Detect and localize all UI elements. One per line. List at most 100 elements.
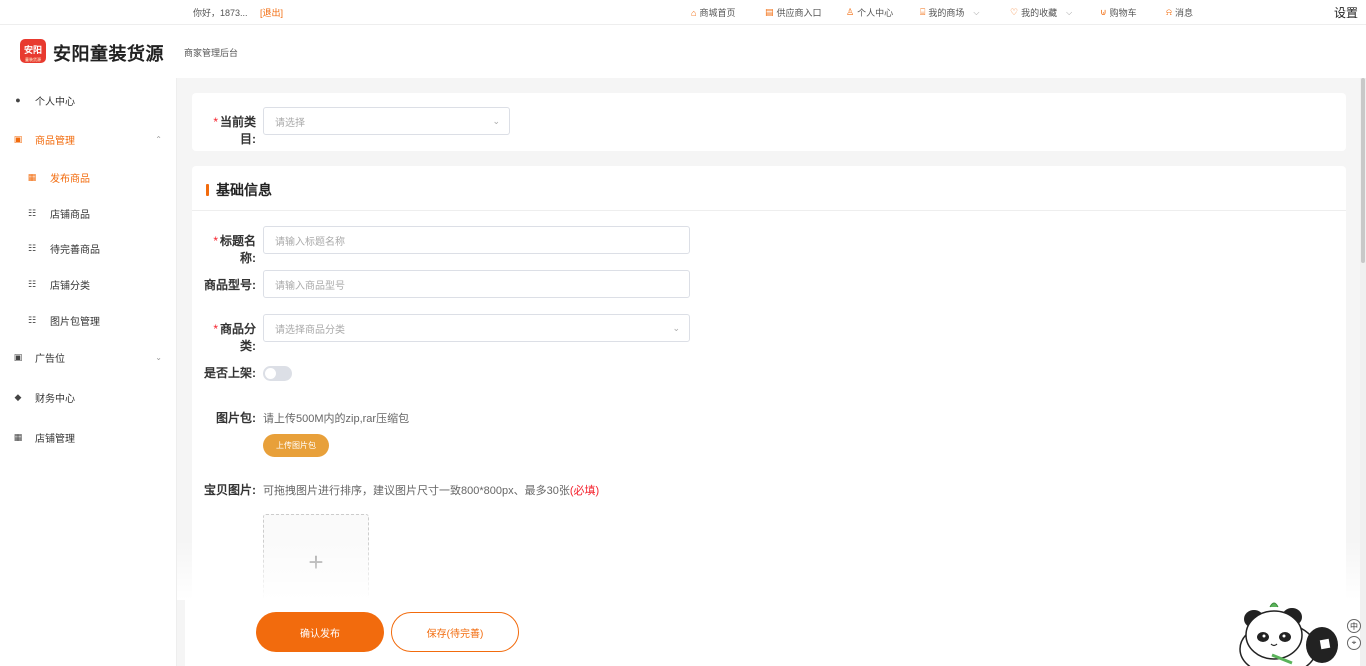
nav-cart-label: 购物车 [1109,8,1137,18]
model-label: 商品型号: [204,278,256,292]
user-icon: ♙ [846,7,855,17]
nav-home-link[interactable]: ⌂ 商城首页 [691,6,735,19]
sidebar-item-image-packs[interactable]: ☷ 图片包管理 [0,308,177,332]
sitemap-icon: ☷ [27,278,37,289]
section-title-text: 基础信息 [216,182,272,198]
footer-action-bar: 确认发布 保存(待完善) [185,598,1360,666]
logout-link[interactable]: [退出] [260,6,283,19]
sidebar-item-label: 待完善商品 [50,244,100,256]
chevron-down-icon: ⌄ [155,352,162,362]
nav-my-store-label: 我的商场 [928,8,965,18]
category-select[interactable]: 请选择 ⌄ [263,107,510,135]
chevron-down-icon: ⌵ [973,7,980,17]
title-input[interactable]: 请输入标题名称 [263,226,690,254]
product-category-select[interactable]: 请选择商品分类 ⌄ [263,314,690,342]
nav-my-store-dropdown[interactable]: ⌸ 我的商场 ⌵ [920,6,980,19]
header-subtitle: 商家管理后台 [184,48,239,58]
product-category-placeholder: 请选择商品分类 [275,324,345,336]
required-asterisk: * [213,322,218,336]
diamond-icon: ◆ [14,391,22,402]
category-select-placeholder: 请选择 [275,117,305,129]
nav-messages-link[interactable]: ⍾ 消息 [1166,6,1193,19]
sidebar-item-publish-product[interactable]: ▦ 发布商品 [0,165,177,189]
toggle-knob [265,368,276,379]
scrollbar-thumb[interactable] [1361,78,1365,263]
chevron-down-icon: ⌄ [672,323,680,333]
sidebar-item-label: 财务中心 [35,393,75,405]
sidebar-item-ad-slots[interactable]: ▣ 广告位 ⌄ [0,345,177,369]
briefcase-icon: ▣ [13,133,23,144]
save-draft-button[interactable]: 保存(待完善) [391,612,519,652]
product-category-label-text: 商品分类: [219,322,256,353]
sitemap-icon: ☷ [27,314,37,325]
title-label-text: 标题名称: [219,234,256,265]
upload-image-pack-button[interactable]: 上传图片包 [263,434,329,457]
sidebar-item-store-products[interactable]: ☷ 店铺商品 [0,201,177,225]
sidebar-item-finance-center[interactable]: ◆ 财务中心 [0,385,177,409]
panda-mascot-icon [1239,602,1338,666]
sidebar-item-product-management[interactable]: ▣ 商品管理 ⌃ [0,127,177,151]
confirm-publish-button[interactable]: 确认发布 [256,612,384,652]
sidebar-item-label: 店铺管理 [35,433,75,445]
nav-favorites-dropdown[interactable]: ♡ 我的收藏 ⌵ [1010,6,1072,19]
product-category-label: * 商品分类: [198,320,256,354]
photos-hint: 可拖拽图片进行排序，建议图片尺寸一致800*800px、最多30张(必填) [263,482,599,498]
category-label-text: 当前类目: [219,115,256,146]
store-icon: ⌸ [920,7,926,17]
sitemap-icon: ☷ [27,242,37,253]
image-pack-hint: 请上传500M内的zip,rar压缩包 [263,413,410,425]
grid-icon: ▦ [27,171,37,182]
footer-fade [177,540,1360,600]
sitemap-icon: ☷ [27,207,37,218]
nav-home-label: 商城首页 [699,8,736,18]
sidebar-item-label: 店铺分类 [50,280,90,292]
sidebar-item-label: 广告位 [35,353,65,365]
sidebar-item-label: 商品管理 [35,135,75,147]
logo-mark[interactable]: 安阳 童装货源 [20,39,46,63]
sidebar-item-personal-center[interactable]: ● 个人中心 [0,88,177,112]
category-card: * 当前类目: 请选择 ⌄ [192,93,1346,151]
bell-icon: ⍾ [1166,7,1172,17]
required-asterisk: * [213,115,218,129]
nav-supplier-link[interactable]: ▤ 供应商入口 [765,6,822,19]
sidebar-item-pending-products[interactable]: ☷ 待完善商品 [0,236,177,260]
required-asterisk: * [213,234,218,248]
sidebar-item-label: 图片包管理 [50,316,100,328]
on-shelf-toggle[interactable] [263,366,292,381]
nav-cart-link[interactable]: ⊍ 购物车 [1100,6,1137,19]
nav-favorites-label: 我的收藏 [1021,8,1058,18]
section-title: 基础信息 [206,180,272,200]
chevron-down-icon: ⌄ [492,116,500,126]
brand-name[interactable]: 安阳童装货源 [53,40,164,66]
accessibility-button[interactable]: ⌖ [1347,636,1361,650]
sidebar-item-store-management[interactable]: ▦ 店铺管理 [0,425,177,449]
photos-hint-text: 可拖拽图片进行排序，建议图片尺寸一致800*800px、最多30张 [263,485,570,497]
sidebar-item-label: 店铺商品 [50,209,90,221]
title-label: * 标题名称: [198,232,256,266]
photos-label: 宝贝图片: [204,483,256,497]
chevron-down-icon: ⌵ [1066,7,1073,17]
chevron-up-icon: ⌃ [155,134,162,144]
nav-personal-link[interactable]: ♙ 个人中心 [846,6,893,19]
top-bar: 你好，1873... [退出] ⌂ 商城首页 ▤ 供应商入口 ♙ 个人中心 ⌸ … [0,0,1366,25]
image-pack-label: 图片包: [216,411,256,425]
person-icon: ● [15,95,21,105]
briefcase-icon: ▣ [13,351,23,362]
photos-required-text: (必填) [569,485,600,497]
site-header: 安阳 童装货源 安阳童装货源 商家管理后台 [0,25,1366,78]
sidebar-item-store-categories[interactable]: ☷ 店铺分类 [0,272,177,296]
heart-icon: ♡ [1010,7,1019,17]
nav-messages-label: 消息 [1174,8,1193,18]
nav-supplier-label: 供应商入口 [776,8,822,18]
sidebar-item-label: 发布商品 [50,173,90,185]
cart-icon: ⊍ [1100,7,1107,17]
nav-personal-label: 个人中心 [857,8,894,18]
home-icon: ⌂ [691,7,697,18]
language-toggle-button[interactable]: 中 [1347,619,1361,633]
section-divider [192,210,1346,211]
settings-link[interactable]: 设置 [1334,4,1358,21]
section-accent-bar [206,184,209,196]
greeting-text: 你好，1873... [193,8,248,18]
model-input[interactable]: 请输入商品型号 [263,270,690,298]
table-icon: ▦ [13,431,23,442]
